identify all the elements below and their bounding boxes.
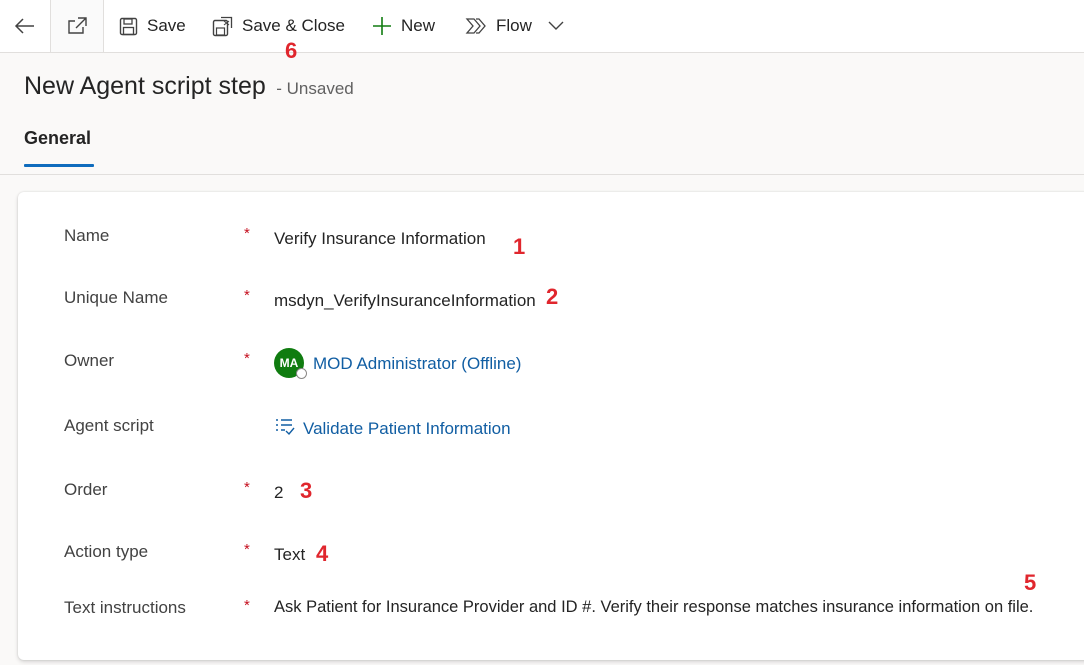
action-type-label: Action type bbox=[64, 542, 149, 561]
command-bar: Save Save & Close New Flow bbox=[0, 0, 1084, 53]
save-button[interactable]: Save bbox=[119, 0, 186, 52]
annotation-3: 3 bbox=[300, 478, 313, 503]
field-name: Name * Verify Insurance Information bbox=[18, 224, 1084, 264]
field-agent-script: Agent script Validate Patient Informatio… bbox=[18, 414, 1084, 454]
required-marker: * bbox=[244, 479, 250, 496]
save-status: - Unsaved bbox=[276, 79, 354, 98]
save-close-icon bbox=[212, 16, 233, 36]
tab-divider bbox=[0, 174, 1084, 175]
arrow-left-icon bbox=[14, 18, 34, 34]
save-and-close-button[interactable]: Save & Close bbox=[212, 0, 345, 52]
presence-offline-icon bbox=[296, 368, 307, 379]
required-marker: * bbox=[244, 287, 250, 304]
required-marker: * bbox=[244, 225, 250, 242]
tab-selected-indicator bbox=[24, 164, 94, 167]
order-label: Order bbox=[64, 480, 108, 499]
page-header: New Agent script step - Unsaved bbox=[24, 72, 354, 101]
annotation-1: 1 bbox=[513, 234, 526, 259]
text-instructions-input[interactable]: Ask Patient for Insurance Provider and I… bbox=[274, 598, 1033, 617]
name-label: Name bbox=[64, 226, 110, 245]
unique-name-input[interactable]: msdyn_VerifyInsuranceInformation bbox=[274, 291, 536, 311]
flow-button-label: Flow bbox=[496, 16, 532, 35]
plus-icon bbox=[373, 17, 391, 35]
annotation-2: 2 bbox=[546, 284, 559, 309]
field-owner: Owner * MA MOD Administrator (Offline) bbox=[18, 348, 1084, 388]
required-marker: * bbox=[244, 350, 250, 367]
open-in-new-window-button[interactable] bbox=[51, 0, 104, 52]
order-input[interactable]: 2 bbox=[274, 483, 283, 503]
save-icon bbox=[119, 17, 138, 35]
new-button[interactable]: New bbox=[372, 0, 435, 52]
owner-lookup-link[interactable]: MOD Administrator (Offline) bbox=[313, 354, 521, 374]
owner-label: Owner bbox=[64, 351, 115, 370]
tab-general[interactable]: General bbox=[24, 128, 91, 149]
new-button-label: New bbox=[401, 16, 436, 35]
flow-button[interactable]: Flow bbox=[465, 0, 532, 52]
field-text-instructions: Text instructions * Ask Patient for Insu… bbox=[18, 596, 1084, 636]
chevron-down-icon bbox=[548, 21, 564, 30]
avatar-initials: MA bbox=[279, 356, 299, 370]
flow-icon bbox=[465, 18, 486, 34]
back-button[interactable] bbox=[0, 0, 51, 52]
name-input[interactable]: Verify Insurance Information bbox=[274, 229, 486, 249]
pop-out-icon bbox=[68, 17, 87, 34]
flow-dropdown-button[interactable] bbox=[548, 0, 564, 52]
page-title: New Agent script step bbox=[24, 72, 266, 100]
general-form-section: Name * Verify Insurance Information Uniq… bbox=[18, 192, 1084, 660]
action-type-select[interactable]: Text bbox=[274, 545, 305, 565]
field-action-type: Action type * Text bbox=[18, 540, 1084, 580]
agent-script-label: Agent script bbox=[64, 416, 154, 435]
field-order: Order * 2 bbox=[18, 478, 1084, 518]
annotation-5: 5 bbox=[1024, 570, 1037, 595]
task-list-icon bbox=[276, 419, 295, 436]
required-marker: * bbox=[244, 541, 250, 558]
save-button-label: Save bbox=[147, 16, 186, 35]
required-marker: * bbox=[244, 597, 250, 614]
unique-name-label: Unique Name bbox=[64, 288, 168, 307]
agent-script-lookup-link[interactable]: Validate Patient Information bbox=[303, 419, 511, 439]
save-and-close-label: Save & Close bbox=[242, 16, 345, 35]
text-instructions-label: Text instructions bbox=[64, 598, 186, 617]
annotation-6: 6 bbox=[285, 38, 298, 63]
annotation-4: 4 bbox=[316, 541, 329, 566]
